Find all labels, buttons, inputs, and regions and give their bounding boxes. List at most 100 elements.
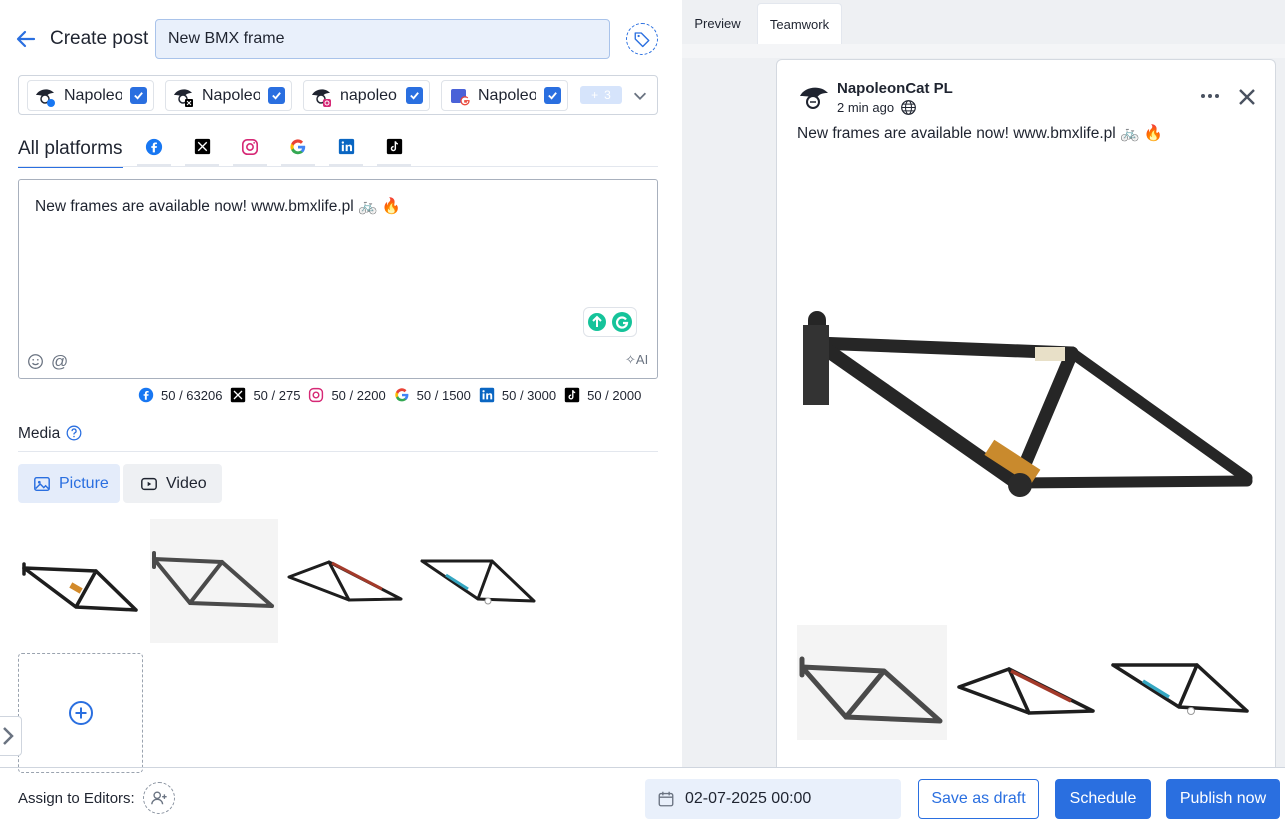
more-profiles-badge[interactable]: + 3 — [580, 86, 622, 104]
emoji-icon[interactable] — [27, 353, 44, 370]
arrow-left-icon[interactable] — [14, 27, 38, 51]
profile-chip[interactable]: Napoleo — [441, 80, 568, 111]
counter-text: 50 / 2000 — [587, 387, 642, 403]
avatar — [34, 85, 56, 107]
counter-facebook: 50 / 63206 — [138, 387, 222, 403]
media-thumbnail[interactable] — [416, 519, 544, 643]
tab-linkedin[interactable] — [329, 136, 363, 166]
preview-thumbnail — [953, 625, 1103, 740]
counter-text: 50 / 63206 — [161, 387, 223, 403]
profile-chip[interactable]: Napoleo — [165, 80, 292, 111]
profile-chip[interactable]: Napoleo — [27, 80, 154, 111]
media-thumbnail[interactable] — [150, 519, 278, 643]
profile-checkbox[interactable] — [130, 87, 147, 104]
counter-text: 50 / 2200 — [331, 387, 386, 403]
add-media-button[interactable] — [18, 653, 143, 773]
linkedin-icon — [338, 138, 354, 155]
video-button[interactable]: Video — [123, 464, 222, 503]
google-icon — [394, 388, 409, 402]
page-title: Create post — [50, 28, 149, 49]
chevron-down-icon[interactable] — [631, 87, 649, 105]
image-icon — [34, 476, 50, 491]
preview-thumbnail — [1107, 625, 1257, 740]
post-name-input[interactable] — [155, 19, 610, 59]
post-time: 2 min ago — [837, 100, 895, 115]
mention-button[interactable]: @ — [51, 352, 68, 372]
facebook-icon — [138, 387, 154, 403]
close-icon[interactable] — [1237, 87, 1257, 107]
profile-selector: Napoleo Napoleo napoleo Napoleo + 3 — [18, 75, 658, 115]
character-counters: 50 / 63206 50 / 275 50 / 2200 50 / 1500 … — [138, 386, 641, 404]
avatar — [800, 87, 828, 109]
profile-name: napoleo — [340, 86, 397, 104]
media-thumbnail[interactable] — [18, 519, 146, 643]
linkedin-icon — [479, 387, 495, 403]
more-profiles-count: 3 — [604, 88, 611, 102]
schedule-date-field[interactable]: 02-07-2025 00:00 — [645, 779, 901, 819]
tag-button[interactable] — [626, 23, 658, 55]
instagram-icon — [309, 387, 324, 403]
media-divider — [18, 451, 658, 452]
profile-checkbox[interactable] — [268, 87, 285, 104]
tag-icon — [634, 32, 650, 48]
post-text[interactable]: New frames are available now! www.bmxlif… — [35, 197, 401, 216]
avatar — [448, 85, 470, 107]
post-preview-card: NapoleonCat PL 2 min ago New frames are … — [776, 59, 1276, 768]
footer-divider — [0, 767, 1285, 768]
publish-now-button[interactable]: Publish now — [1166, 779, 1280, 819]
tiktok-icon — [386, 138, 402, 155]
grammarly-icon — [612, 312, 632, 332]
tabs-divider — [18, 166, 658, 167]
account-name: NapoleonCat PL — [837, 80, 953, 97]
counter-x: 50 / 275 — [230, 387, 300, 403]
counter-text: 50 / 3000 — [501, 387, 557, 403]
tab-tiktok[interactable] — [377, 136, 411, 166]
picture-button[interactable]: Picture — [18, 464, 120, 503]
ai-button[interactable]: ✧AI — [625, 352, 648, 368]
profile-chip[interactable]: napoleo — [303, 80, 430, 111]
tab-preview[interactable]: Preview — [682, 3, 753, 44]
counter-google: 50 / 1500 — [394, 387, 471, 403]
preview-thumbnail — [797, 625, 947, 740]
sparkle-icon: ✧ — [625, 352, 636, 367]
collapse-sidebar-button[interactable] — [0, 716, 22, 756]
counter-instagram: 50 / 2200 — [308, 387, 386, 403]
instagram-icon — [241, 138, 259, 156]
media-thumbnail[interactable] — [284, 519, 412, 643]
tiktok-icon — [564, 387, 580, 403]
tab-facebook[interactable] — [137, 136, 171, 166]
grammarly-widget[interactable] — [583, 307, 637, 337]
tab-teamwork[interactable]: Teamwork — [757, 3, 842, 44]
x-icon — [231, 387, 246, 403]
schedule-button[interactable]: Schedule — [1055, 779, 1151, 819]
facebook-icon — [145, 138, 163, 156]
media-label: Media — [18, 425, 61, 442]
profile-checkbox[interactable] — [544, 87, 561, 104]
tab-google[interactable] — [281, 136, 315, 166]
more-options-icon[interactable] — [1199, 88, 1221, 104]
preview-main-image — [803, 311, 1253, 497]
plus-circle-icon — [68, 701, 93, 725]
save-draft-button[interactable]: Save as draft — [918, 779, 1039, 819]
x-icon — [194, 138, 210, 155]
add-user-icon — [151, 791, 167, 805]
calendar-icon — [658, 791, 674, 807]
tab-all-platforms[interactable]: All platforms — [18, 138, 123, 168]
profile-name: Napoleo — [202, 86, 260, 104]
grammarly-suggest-icon — [588, 313, 606, 331]
assign-editors-label: Assign to Editors: — [18, 790, 135, 807]
counter-text: 50 / 275 — [253, 387, 301, 403]
tab-x[interactable] — [185, 136, 219, 166]
preview-post-text: New frames are available now! www.bmxlif… — [797, 125, 1163, 142]
profile-checkbox[interactable] — [406, 87, 423, 104]
tab-instagram[interactable] — [233, 136, 267, 166]
post-editor[interactable]: New frames are available now! www.bmxlif… — [18, 179, 658, 379]
assign-editor-button[interactable] — [143, 782, 175, 814]
globe-icon — [901, 100, 916, 115]
picture-label: Picture — [59, 474, 109, 492]
video-icon — [141, 477, 157, 490]
plus-icon: + — [591, 88, 599, 102]
avatar — [310, 85, 332, 107]
counter-tiktok: 50 / 2000 — [564, 387, 641, 403]
help-icon[interactable] — [66, 425, 82, 441]
